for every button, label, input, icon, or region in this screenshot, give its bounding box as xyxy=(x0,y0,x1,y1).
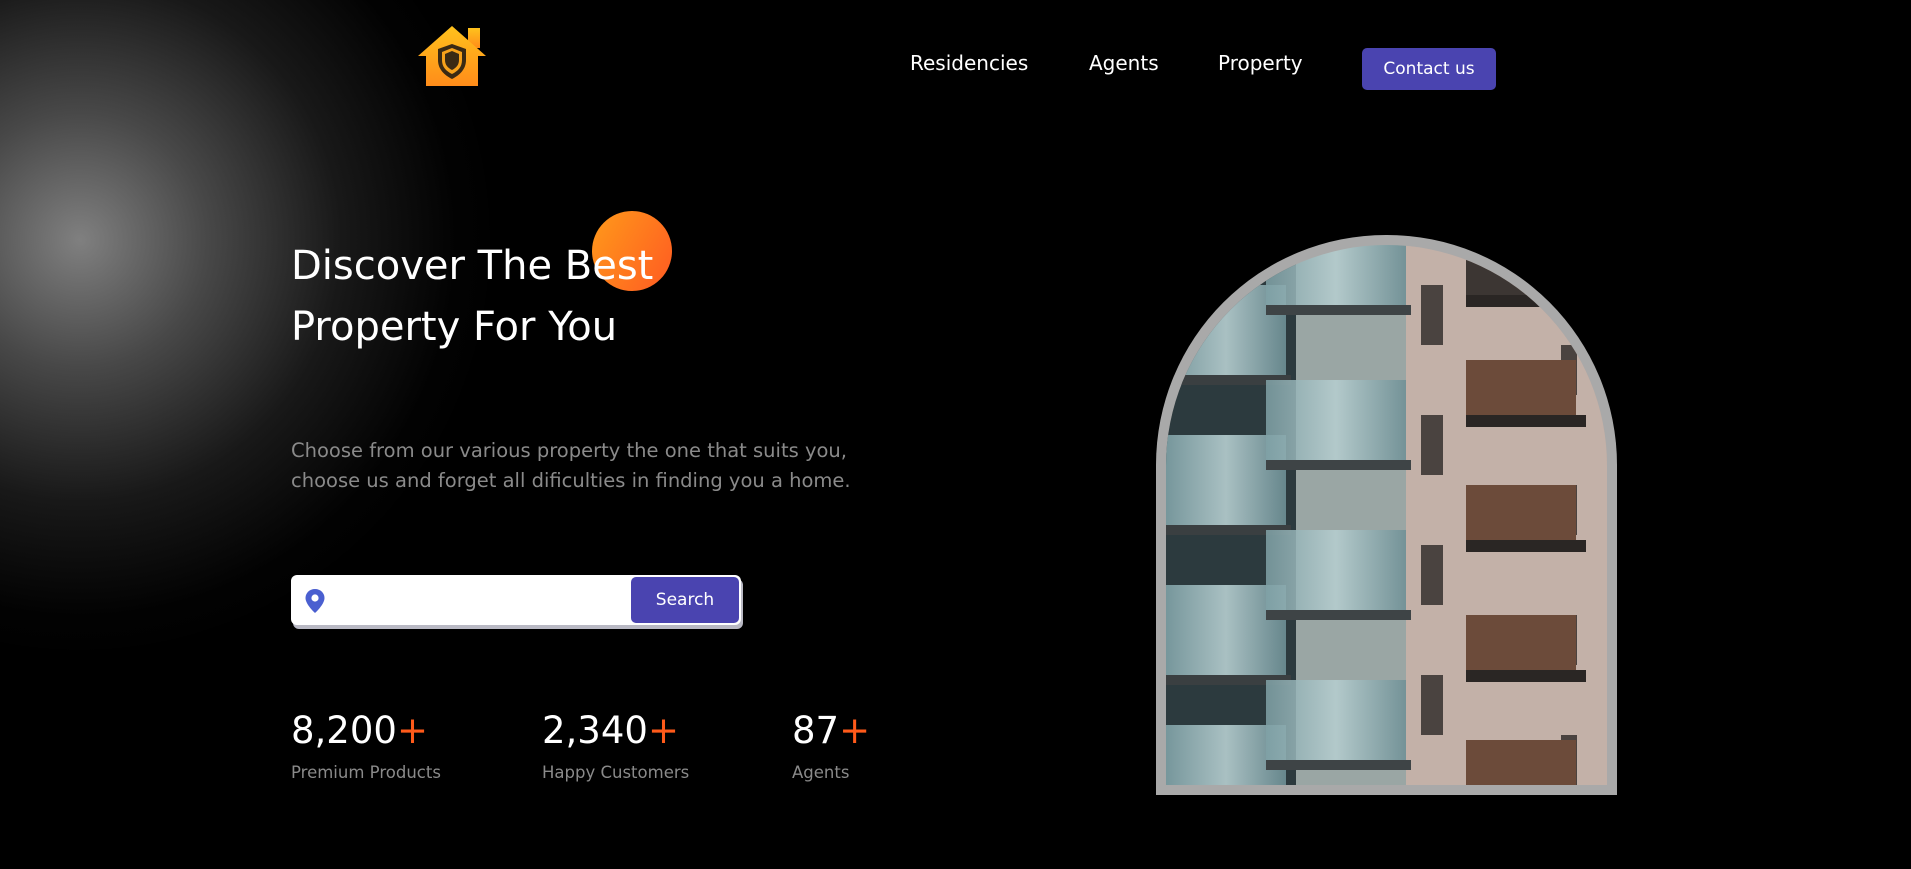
logo[interactable] xyxy=(416,24,488,90)
stat-plus: + xyxy=(647,709,679,752)
stat-plus: + xyxy=(839,709,871,752)
stat-label: Happy Customers xyxy=(542,763,690,782)
contact-us-button[interactable]: Contact us xyxy=(1362,48,1496,90)
house-shield-icon xyxy=(418,26,486,86)
building-illustration xyxy=(1166,245,1607,785)
stat-agents: 87+ Agents xyxy=(792,706,870,786)
hero-image-frame xyxy=(1156,235,1617,795)
hero-description-line-2: choose us and forget all dificulties in … xyxy=(291,469,851,492)
stat-plus: + xyxy=(396,709,428,752)
landing-page: Residencies Agents Property Contact us D… xyxy=(0,0,1911,869)
nav-item-property[interactable]: Property xyxy=(1218,50,1303,76)
stat-number: 87 xyxy=(792,709,840,752)
hero-description: Choose from our various property the one… xyxy=(291,436,911,496)
search-bar: Search xyxy=(291,575,741,625)
hero-title-line-1: Discover The Best xyxy=(291,243,654,289)
hero-title: Discover The Best Property For You xyxy=(291,236,911,358)
stat-premium-products: 8,200+ Premium Products xyxy=(291,706,441,786)
stat-happy-customers: 2,340+ Happy Customers xyxy=(542,706,689,786)
nav-item-agents[interactable]: Agents xyxy=(1089,50,1159,76)
stat-value: 8,200+ xyxy=(291,706,441,756)
stat-value: 2,340+ xyxy=(542,706,689,756)
location-pin-icon xyxy=(305,589,325,613)
stat-value: 87+ xyxy=(792,706,870,756)
hero-description-line-1: Choose from our various property the one… xyxy=(291,439,847,462)
stat-label: Premium Products xyxy=(291,763,441,782)
apartment-building-photo xyxy=(1166,245,1607,785)
stat-label: Agents xyxy=(792,763,850,782)
stat-number: 2,340 xyxy=(542,709,648,752)
search-button[interactable]: Search xyxy=(631,577,739,623)
nav-item-residencies[interactable]: Residencies xyxy=(910,50,1028,76)
search-input[interactable] xyxy=(335,583,679,619)
hero-title-line-2: Property For You xyxy=(291,304,618,350)
stat-number: 8,200 xyxy=(291,709,397,752)
